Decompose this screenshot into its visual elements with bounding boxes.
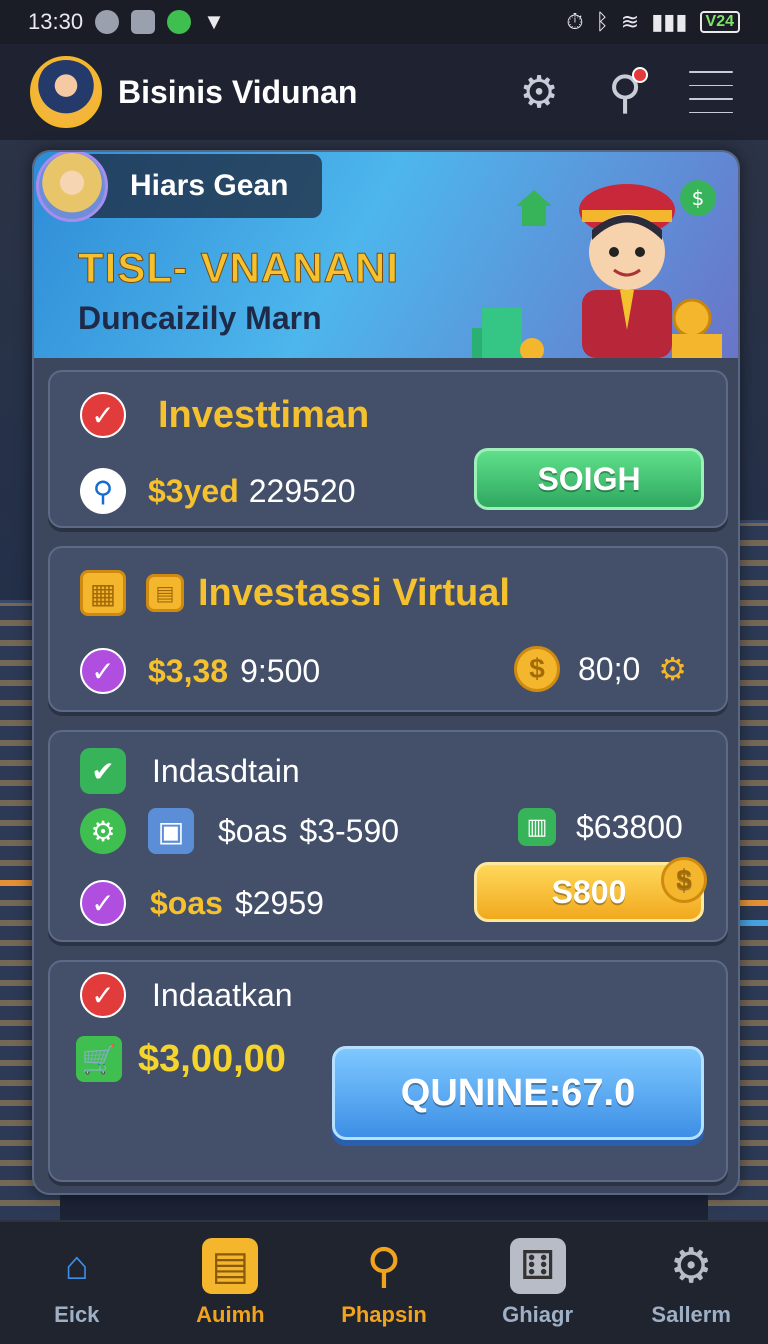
status-time: 13:30 [28,9,84,34]
check-icon: ✓ [80,392,126,438]
virtual-investment-card: ▦ ▤ Investassi Virtual ✓ $3,38 9:500 $ 8… [48,546,728,712]
dollar-coin-icon: $ [680,180,716,216]
user-avatar [36,152,108,222]
nav-item-home[interactable]: ⌂ Eick [7,1238,147,1328]
banner-subtitle: Duncaizily Marn [78,300,322,336]
checkmark-icon: ✔ [80,748,126,794]
card-title: Investtiman [158,393,370,436]
amount-label: $3,38 [148,652,229,689]
machine-icon: ▣ [148,808,194,854]
menu-icon [689,71,733,73]
avatar[interactable] [30,56,102,128]
app-header: Bisinis Vidunan ⚙ ⚲ [0,44,768,140]
notification-dot [632,67,648,83]
card-title: Investassi Virtual [198,571,510,614]
amount: $3,00,00 [138,1037,286,1080]
continue-button[interactable]: QUNINE:67.0 [332,1046,704,1140]
shop-box-icon: ▤ [202,1238,259,1294]
gold-coin-icon: $ [661,857,707,903]
gear-icon: ⚙ [519,67,559,117]
gear-money-icon: ⚙ [80,808,126,854]
battery-indicator: V24 [699,11,740,33]
amount-label: $3yed [148,472,239,509]
page-title: Bisinis Vidunan [118,73,358,110]
shopping-cart-icon: 🛒 [76,1036,122,1082]
nav-label: Sallerm [651,1302,731,1327]
gear-icon: ⚙ [669,1240,713,1293]
line1-value: $3-590 [299,812,400,849]
investment-card: ✓ Investtiman ⚲ $3yed 229520 SOIGH [48,370,728,528]
button-label: S800 [551,873,627,910]
card-title: Indasdtain [152,752,300,789]
deposit-card: ✓ Indaatkan 🛒 $3,00,00 QUNINE:67.0 [48,960,728,1182]
nav-label: Auimh [196,1302,265,1327]
chart-icon: ▥ [518,808,556,846]
user-name: Hiars Gean [130,169,289,202]
dice-icon: ⚅ [509,1238,566,1294]
home-icon: ⌂ [64,1243,89,1288]
svg-text:$: $ [692,186,705,210]
main-panel: Hiars Gean TISL- VNANANI Duncaizily Marn [32,150,740,1195]
gold-coin-icon: $ [514,646,560,692]
search-button[interactable]: ⚲ [598,65,652,119]
industry-card: ✔ Indasdtain ⚙ ▣ $oas $3-590 ▥ $63800 ✓ … [48,730,728,942]
menu-button[interactable] [684,65,738,119]
app-notification-icon [131,10,156,34]
status-bar: 13:30 ▼ ⏱ ᛒ ≋ ▮▮▮ V24 [0,0,768,44]
gold-bars-icon: ▤ [146,574,184,612]
bluetooth-icon: ᛒ [595,9,609,34]
search-icon: ⚲ [366,1240,402,1293]
line1-right-value: $63800 [576,808,683,845]
industry-action-button[interactable]: S800 $ [474,857,707,922]
coin-value: 80;0 [578,650,641,687]
coin-stack-illustration [472,298,722,358]
gear-icon[interactable]: ⚙ [658,650,687,688]
user-chip[interactable]: Hiars Gean [36,152,322,222]
house-icon [516,190,552,226]
banner-title: TISL- VNANANI [78,244,399,292]
magnifier-icon: ⚲ [80,468,126,514]
check-icon: ✓ [80,972,126,1018]
nav-item-market[interactable]: ▤ Auimh [160,1238,300,1328]
nav-item-settings[interactable]: ⚙ Sallerm [621,1238,761,1328]
notification-icon [95,10,120,34]
profile-banner: Hiars Gean TISL- VNANANI Duncaizily Marn [34,152,738,358]
line2-label: $oas [150,884,223,921]
line2-value: $2959 [234,884,324,921]
cell-signal-icon: ▮▮▮ [651,9,688,34]
alarm-icon: ⏱ [566,9,584,34]
nav-label: Phapsin [341,1302,427,1327]
settings-button[interactable]: ⚙ [512,65,566,119]
chat-notification-icon [167,10,192,34]
check-badge-icon: ✓ [80,648,126,694]
line1-label: $oas [218,812,288,849]
nav-label: Eick [54,1302,100,1327]
signal-icon: ▼ [203,9,225,34]
card-title: Indaatkan [152,976,293,1013]
amount-value: 9:500 [240,652,321,689]
invest-action-button[interactable]: SOIGH [474,448,704,510]
check-badge-icon: ✓ [80,880,126,926]
nav-label: Ghiagr [502,1302,574,1327]
nav-item-search[interactable]: ⚲ Phapsin [314,1238,454,1328]
bottom-navigation: ⌂ Eick ▤ Auimh ⚲ Phapsin ⚅ Ghiagr ⚙ Sall… [0,1220,768,1344]
wifi-icon: ≋ [620,9,640,34]
briefcase-icon: ▦ [80,570,126,616]
nav-item-games[interactable]: ⚅ Ghiagr [468,1238,608,1328]
amount-value: 229520 [248,472,356,509]
